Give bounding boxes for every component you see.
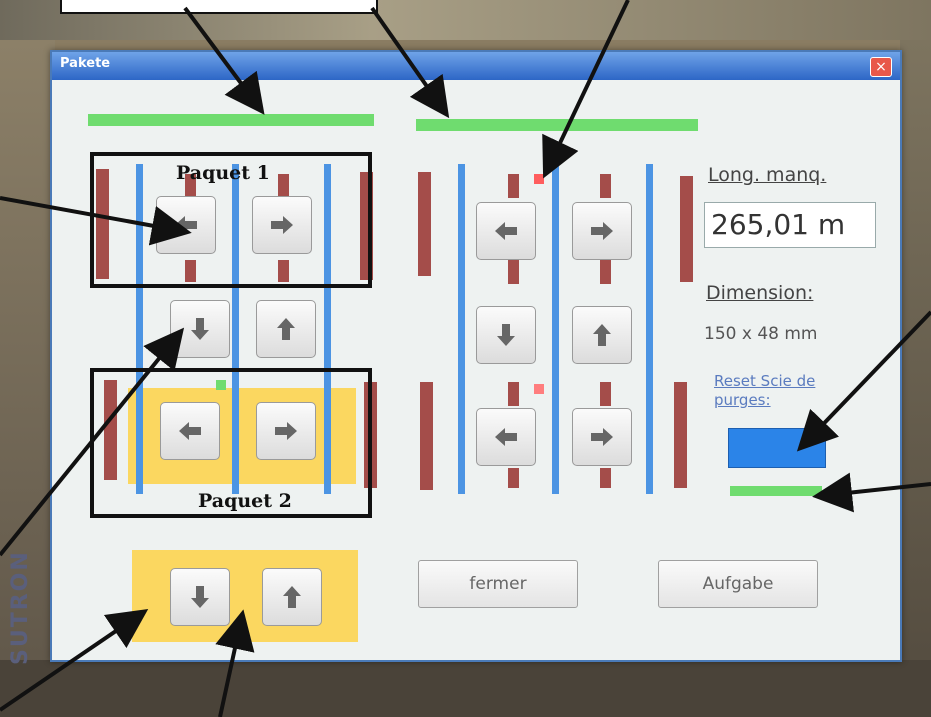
callout-arrows [0,0,931,717]
callout-arrow [183,6,265,115]
